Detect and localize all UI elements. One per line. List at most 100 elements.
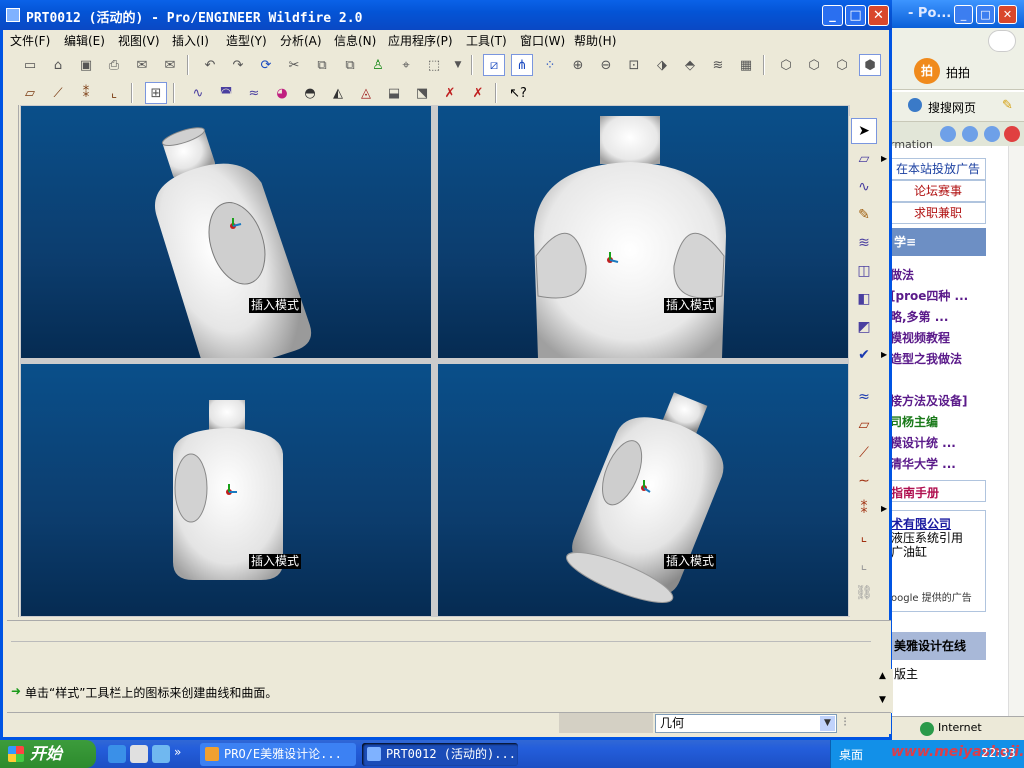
- menu-info[interactable]: 信息(N): [334, 32, 376, 49]
- viewport-bottom-left[interactable]: 插入模式: [21, 364, 431, 616]
- menu-edit[interactable]: 编辑(E): [64, 32, 105, 49]
- datum-point-display-icon[interactable]: ⁘: [539, 54, 561, 76]
- curvature-icon[interactable]: ◕: [271, 82, 293, 104]
- reflection-icon[interactable]: ◓: [299, 82, 321, 104]
- find-icon[interactable]: ⌖: [395, 54, 417, 76]
- jobs-link[interactable]: 求职兼职: [890, 202, 986, 224]
- curve-icon[interactable]: ∿: [187, 82, 209, 104]
- flyout-arrow-icon[interactable]: ▶: [881, 504, 887, 513]
- flyout-arrow-icon[interactable]: ▶: [881, 154, 887, 163]
- minimize-button[interactable]: _: [822, 5, 843, 26]
- left-dock-strip[interactable]: [7, 105, 19, 617]
- list-item[interactable]: 模设计统 ...: [890, 434, 956, 451]
- viewport-bottom-right[interactable]: 插入模式: [438, 364, 848, 616]
- select-box-icon[interactable]: ⬚: [423, 54, 445, 76]
- browser-titlebar[interactable]: - Po... _ □ ✕: [888, 0, 1024, 28]
- trim-surface-icon[interactable]: ◩: [851, 314, 877, 340]
- model-tree-icon[interactable]: ♙: [367, 54, 389, 76]
- wireframe-icon[interactable]: ⬡: [775, 54, 797, 76]
- contest-link[interactable]: 论坛赛事: [890, 180, 986, 202]
- graphics-area[interactable]: 插入模式 插入模式 插入模式 插入模式: [20, 105, 850, 617]
- chevron-down-icon[interactable]: ▼: [820, 716, 835, 731]
- open-file-icon[interactable]: ⌂: [47, 54, 69, 76]
- datum-plane-tool-icon[interactable]: ⏥: [19, 82, 41, 104]
- print-icon[interactable]: ⎙: [103, 54, 125, 76]
- zoom-out-icon[interactable]: ⊖: [595, 54, 617, 76]
- cut-icon[interactable]: ✂: [283, 54, 305, 76]
- close-button[interactable]: ✕: [868, 5, 889, 26]
- select-dropdown-icon[interactable]: ▼: [447, 54, 469, 76]
- paipai-label[interactable]: 拍拍: [946, 64, 970, 81]
- clock[interactable]: 22:33: [981, 746, 1016, 760]
- tray-desktop-label[interactable]: 桌面: [839, 746, 863, 763]
- surface-icon[interactable]: ◚: [215, 82, 237, 104]
- list-item[interactable]: 造型之我做法: [890, 350, 962, 367]
- menu-help[interactable]: 帮助(H): [574, 32, 616, 49]
- regenerate-icon[interactable]: ⟳: [255, 54, 277, 76]
- plane-icon[interactable]: ▱: [851, 412, 877, 438]
- list-item[interactable]: 司杨主编: [890, 413, 938, 430]
- quicklaunch-more-icon[interactable]: »: [174, 745, 184, 763]
- menu-analysis[interactable]: 分析(A): [280, 32, 322, 49]
- create-curve-icon[interactable]: ∿: [851, 174, 877, 200]
- home-icon[interactable]: [984, 126, 1000, 142]
- undo-icon[interactable]: ↶: [199, 54, 221, 76]
- list-item[interactable]: 指南手册: [891, 484, 939, 501]
- datum-axis-display-icon[interactable]: ⋔: [511, 54, 533, 76]
- scroll-up-icon[interactable]: ▲: [879, 671, 886, 681]
- bottle-model-top-left[interactable]: [21, 106, 431, 358]
- menu-tools[interactable]: 工具(T): [466, 32, 507, 49]
- list-item[interactable]: 接方法及设备]: [890, 392, 968, 409]
- start-button[interactable]: 开始: [0, 740, 96, 768]
- browser-scrollbar[interactable]: [1008, 146, 1024, 726]
- media-icon[interactable]: [130, 745, 148, 763]
- bottle-model-bottom-right[interactable]: [438, 364, 848, 616]
- edit-curve-icon[interactable]: ≋: [851, 230, 877, 256]
- scroll-down-icon[interactable]: ▼: [879, 695, 886, 705]
- email-link-icon[interactable]: ✉: [159, 54, 181, 76]
- reorient-icon[interactable]: ⬗: [651, 54, 673, 76]
- save-icon[interactable]: ▣: [75, 54, 97, 76]
- maximize-button[interactable]: □: [845, 5, 866, 26]
- no-hidden-icon[interactable]: ⬡: [831, 54, 853, 76]
- list-item[interactable]: 略,多第 ...: [890, 308, 948, 325]
- zoom-in-icon[interactable]: ⊕: [567, 54, 589, 76]
- selection-filter-dropdown[interactable]: 几何 ▼: [655, 714, 837, 733]
- list-item[interactable]: 清华大学 ...: [890, 455, 956, 472]
- forward-icon[interactable]: [940, 126, 956, 142]
- paipai-icon[interactable]: 拍: [914, 58, 940, 84]
- layers-icon[interactable]: ≋: [707, 54, 729, 76]
- bottle-model-top-right[interactable]: [438, 106, 848, 358]
- shading-icon[interactable]: ⬢: [859, 54, 881, 76]
- section-icon[interactable]: ⬓: [383, 82, 405, 104]
- pencil-icon[interactable]: ✎: [1002, 98, 1013, 113]
- menu-file[interactable]: 文件(F): [10, 32, 50, 49]
- list-item[interactable]: [proe四种 ...: [890, 287, 968, 304]
- refresh-icon[interactable]: [962, 126, 978, 142]
- circle-curve-icon[interactable]: ✎: [851, 202, 877, 228]
- viewport-top-left[interactable]: 插入模式: [21, 106, 431, 358]
- task-proe[interactable]: PRT0012 (活动的)...: [362, 743, 518, 766]
- datum-point-tool-icon[interactable]: ⁑: [75, 82, 97, 104]
- menu-applications[interactable]: 应用程序(P): [388, 32, 453, 49]
- background-browser-window[interactable]: - Po... _ □ ✕ 拍 拍拍 搜搜网页 ✎ rmation 在本站投放广…: [888, 0, 1024, 740]
- context-help-icon[interactable]: ↖?: [507, 82, 529, 104]
- soso-search-label[interactable]: 搜搜网页: [928, 99, 976, 116]
- point-icon[interactable]: ⁑: [851, 496, 877, 522]
- clear-analysis-icon[interactable]: ✗: [467, 82, 489, 104]
- desktop-icon[interactable]: [152, 745, 170, 763]
- flyout-arrow-icon[interactable]: ▶: [881, 350, 887, 359]
- refit-icon[interactable]: ⊡: [623, 54, 645, 76]
- chain-icon[interactable]: ⛓: [851, 580, 877, 606]
- paste-icon[interactable]: ⧉: [339, 54, 361, 76]
- copy-icon[interactable]: ⧉: [311, 54, 333, 76]
- datum-plane-display-icon[interactable]: ⧄: [483, 54, 505, 76]
- browser-maximize-button[interactable]: □: [976, 5, 995, 24]
- stop-icon[interactable]: [1004, 126, 1020, 142]
- curve-through-points-icon[interactable]: ∼: [851, 468, 877, 494]
- menu-style[interactable]: 造型(Y): [226, 32, 267, 49]
- ie-icon[interactable]: [108, 745, 126, 763]
- sketch-curve-icon[interactable]: ≈: [851, 384, 877, 410]
- menu-window[interactable]: 窗口(W): [520, 32, 565, 49]
- saved-views-icon[interactable]: ⬘: [679, 54, 701, 76]
